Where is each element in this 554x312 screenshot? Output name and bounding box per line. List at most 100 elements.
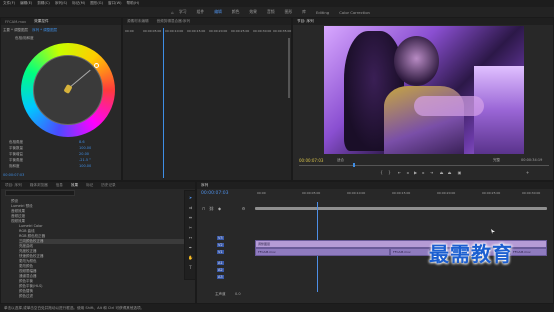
program-timecode[interactable]: 00:00:07:03 bbox=[299, 158, 323, 163]
param-label: 平衡角度 bbox=[9, 158, 23, 162]
play-icon[interactable]: ▶ bbox=[413, 170, 418, 175]
param-balance-angle: 平衡角度 -21.5 ° bbox=[9, 158, 91, 163]
mark-out-icon[interactable]: } bbox=[387, 170, 392, 175]
effects-panel: 项目: 序列 媒体浏览器 信息 效果 标记 历史记录 预设 Lumetri 预设… bbox=[0, 181, 196, 304]
timeline-tabs: 序列 bbox=[197, 182, 553, 189]
program-playhead[interactable] bbox=[353, 163, 355, 167]
effects-search-field[interactable] bbox=[5, 190, 75, 196]
menu-edit[interactable]: 编辑(E) bbox=[20, 1, 32, 6]
settings-wrench-icon[interactable]: ⚙ bbox=[241, 206, 246, 211]
snap-icon[interactable]: ⊓ bbox=[201, 206, 206, 211]
program-scrub-bar[interactable] bbox=[299, 165, 549, 166]
linked-selection-icon[interactable]: ⛓ bbox=[209, 206, 214, 211]
effect-header-sequence[interactable]: 序列 * 调整图层 bbox=[32, 28, 57, 32]
mark-in-icon[interactable]: { bbox=[379, 170, 384, 175]
program-video-frame bbox=[324, 26, 524, 154]
menu-clip[interactable]: 剪辑(C) bbox=[37, 1, 50, 6]
tab-info[interactable]: 信息 bbox=[52, 183, 67, 188]
workspace-audio[interactable]: 音频 bbox=[267, 9, 275, 15]
list-item-effect[interactable]: 颜色过滤 bbox=[19, 294, 33, 299]
pen-tool-icon[interactable]: ✒ bbox=[188, 245, 193, 250]
selection-tool-icon[interactable]: ➤ bbox=[188, 195, 193, 200]
track-header-a2[interactable]: A2 bbox=[217, 268, 224, 272]
add-marker-icon[interactable]: ◆ bbox=[217, 206, 222, 211]
extract-icon[interactable]: ⏏ bbox=[447, 170, 452, 175]
track-header-a1[interactable]: A1 bbox=[217, 261, 224, 265]
tab-source-monitor[interactable]: 源素材未编辑 bbox=[123, 19, 153, 24]
tab-history[interactable]: 历史记录 bbox=[97, 183, 119, 188]
tab-sequence[interactable]: 序列 bbox=[197, 183, 212, 188]
workspace-effects[interactable]: 效果 bbox=[249, 9, 257, 15]
menu-help[interactable]: 帮助(H) bbox=[127, 1, 140, 6]
workspace-editing[interactable]: 编辑 bbox=[214, 9, 222, 15]
ruler-tick: 00:00:20:00 bbox=[209, 29, 228, 33]
tab-audio-mixer[interactable]: 音频剪辑混合器:序列 bbox=[153, 19, 195, 24]
color-wheel[interactable] bbox=[21, 43, 115, 137]
tab-project[interactable]: 项目: 序列 bbox=[1, 183, 26, 188]
tab-media-browser[interactable]: 媒体浏览器 bbox=[26, 183, 52, 188]
menu-sequence[interactable]: 序列(S) bbox=[55, 1, 67, 6]
tab-program[interactable]: 节目: 序列 bbox=[293, 19, 318, 24]
hand-tool-icon[interactable]: ✋ bbox=[188, 255, 193, 260]
timeline-timecode[interactable]: 00:00:07:03 bbox=[201, 191, 228, 196]
razor-tool-icon[interactable]: ✂ bbox=[188, 225, 193, 230]
param-value[interactable]: 8.6 bbox=[79, 140, 85, 144]
step-forward-icon[interactable]: ▸ bbox=[421, 170, 426, 175]
lift-icon[interactable]: ⏏ bbox=[439, 170, 444, 175]
slip-tool-icon[interactable]: ↔ bbox=[188, 235, 193, 240]
menu-marker[interactable]: 标记(M) bbox=[72, 1, 85, 6]
work-area-bar[interactable] bbox=[255, 207, 547, 210]
workspace-graphics[interactable]: 图形 bbox=[285, 9, 293, 15]
export-frame-icon[interactable]: ▣ bbox=[457, 170, 462, 175]
home-icon[interactable]: ⌂ bbox=[170, 10, 175, 15]
clip-video[interactable]: FFCAM.mov bbox=[255, 248, 390, 256]
workspace-color[interactable]: 颜色 bbox=[232, 9, 240, 15]
playhead-line[interactable] bbox=[163, 28, 164, 178]
tab-source[interactable]: FFCAM.mov bbox=[1, 20, 30, 24]
param-value[interactable]: -21.5 ° bbox=[79, 158, 91, 162]
ripple-edit-tool-icon[interactable]: ⇹ bbox=[188, 215, 193, 220]
step-back-icon[interactable]: ◂ bbox=[405, 170, 410, 175]
tab-effect-controls[interactable]: 效果控件 bbox=[30, 19, 52, 24]
menu-window[interactable]: 窗口(W) bbox=[108, 1, 122, 6]
program-fit-select[interactable]: 适合 bbox=[337, 158, 344, 163]
list-item-effect-selected[interactable]: 三向颜色校正器 bbox=[19, 239, 189, 244]
program-tabs: 节目: 序列 bbox=[293, 18, 553, 25]
tab-effects[interactable]: 效果 bbox=[67, 183, 82, 188]
status-text: 单击以选择,或单击空白处并拖动以进行框选。使用 Shift、Alt 和 Ctrl… bbox=[4, 306, 145, 310]
list-item-effect[interactable]: Lumetri Color bbox=[19, 224, 43, 228]
ruler-tick: 00:00 bbox=[257, 191, 266, 195]
ruler-tick: 00:00:25:00 bbox=[231, 29, 250, 33]
track-header-v1[interactable]: V1 bbox=[217, 250, 224, 254]
effect-header-master[interactable]: 主要 * 调整图层 bbox=[3, 28, 28, 32]
param-value[interactable]: 20.00 bbox=[79, 152, 89, 156]
workspace-editing-en[interactable]: Editing bbox=[316, 10, 329, 15]
add-button-icon[interactable]: + bbox=[525, 170, 530, 175]
program-duration: 00:00:34:19 bbox=[521, 158, 543, 162]
menu-graphics[interactable]: 图形(G) bbox=[90, 1, 103, 6]
param-value[interactable]: 100.00 bbox=[79, 164, 91, 168]
workspace-learning[interactable]: 学习 bbox=[179, 9, 187, 15]
workspace-color-correction[interactable]: Color Correction bbox=[339, 10, 370, 15]
clip-video[interactable]: FFCAM.mov bbox=[510, 248, 547, 256]
go-to-out-icon[interactable]: ⇥ bbox=[429, 170, 434, 175]
status-bar: 单击以选择,或单击空白处并拖动以进行框选。使用 Shift、Alt 和 Ctrl… bbox=[0, 304, 554, 312]
track-header-a3[interactable]: A3 bbox=[217, 275, 224, 279]
track-select-tool-icon[interactable]: ⇉ bbox=[188, 205, 193, 210]
hue-handle[interactable] bbox=[94, 63, 99, 68]
param-balance-gain: 平衡增益 20.00 bbox=[9, 152, 89, 157]
workspace-assembly[interactable]: 组件 bbox=[197, 9, 205, 15]
type-tool-icon[interactable]: T bbox=[188, 265, 193, 270]
track-header-v2[interactable]: V2 bbox=[217, 243, 224, 247]
program-quality-select[interactable]: 完整 bbox=[493, 158, 500, 163]
tab-markers[interactable]: 标记 bbox=[82, 183, 97, 188]
menu-file[interactable]: 文件(F) bbox=[3, 1, 15, 6]
param-value[interactable]: 100.00 bbox=[79, 146, 91, 150]
master-track-value[interactable]: 0.0 bbox=[235, 292, 241, 296]
effect-controls-tabs: FFCAM.mov 效果控件 bbox=[1, 18, 121, 25]
clip-video[interactable]: FFCAM.mov bbox=[390, 248, 430, 256]
scrollbar-vertical[interactable] bbox=[288, 38, 290, 98]
track-header-v3[interactable]: V3 bbox=[217, 236, 224, 240]
workspace-libraries[interactable]: 库 bbox=[302, 9, 306, 15]
go-to-in-icon[interactable]: ⇤ bbox=[397, 170, 402, 175]
